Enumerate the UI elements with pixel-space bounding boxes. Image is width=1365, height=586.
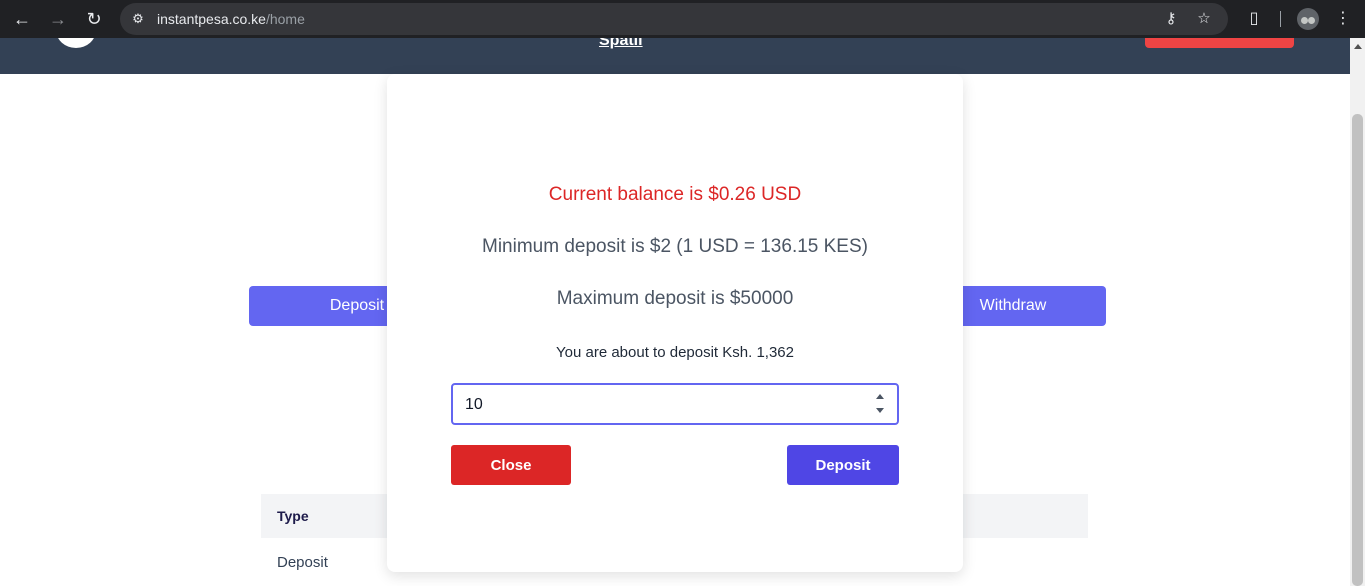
url-text[interactable]: instantpesa.co.ke/home — [157, 11, 305, 27]
header-action-button[interactable] — [1145, 38, 1294, 48]
current-balance-text: Current balance is $0.26 USD — [548, 184, 802, 205]
table-cell-type: Deposit — [277, 554, 328, 571]
amount-value: 10 — [465, 396, 483, 413]
address-bar[interactable]: ⚙ instantpesa.co.ke/home ⚷ ☆ — [120, 3, 1228, 35]
site-header: Spatil — [0, 38, 1350, 74]
page-scrollbar[interactable] — [1350, 38, 1365, 586]
amount-stepper[interactable] — [875, 390, 885, 418]
url-path: /home — [265, 11, 305, 27]
maximum-deposit-text: Maximum deposit is $50000 — [556, 288, 794, 309]
amount-input[interactable]: 10 — [451, 383, 899, 425]
reload-icon[interactable]: ↻ — [82, 7, 106, 31]
page-content: Spatil Deposit Withdraw Type Deposit Cur… — [0, 38, 1350, 586]
profile-avatar[interactable] — [1297, 8, 1319, 30]
close-button[interactable]: Close — [451, 445, 571, 485]
puzzle-icon[interactable]: ▯ — [1242, 7, 1266, 31]
site-logo[interactable] — [56, 38, 96, 48]
deposit-summary-text: You are about to deposit Ksh. 1,362 — [556, 344, 794, 361]
back-icon[interactable]: ← — [10, 7, 34, 31]
stepper-up-icon[interactable] — [876, 394, 884, 399]
url-host: instantpesa.co.ke — [157, 11, 266, 27]
deposit-button[interactable]: Deposit — [787, 445, 899, 485]
header-nav-link[interactable]: Spatil — [599, 38, 643, 50]
scroll-thumb[interactable] — [1352, 114, 1363, 586]
forward-icon[interactable]: → — [46, 7, 70, 31]
deposit-modal: Current balance is $0.26 USD Minimum dep… — [387, 74, 963, 572]
browser-toolbar: ← → ↻ ⚙ instantpesa.co.ke/home ⚷ ☆ ▯ ⋮ — [0, 0, 1365, 38]
more-vert-icon[interactable]: ⋮ — [1331, 7, 1355, 31]
column-header-type: Type — [277, 508, 309, 524]
scroll-up-icon[interactable] — [1354, 44, 1362, 49]
stepper-down-icon[interactable] — [876, 408, 884, 413]
star-icon[interactable]: ☆ — [1194, 9, 1214, 29]
key-icon[interactable]: ⚷ — [1161, 9, 1181, 29]
toolbar-divider — [1280, 11, 1281, 27]
minimum-deposit-text: Minimum deposit is $2 (1 USD = 136.15 KE… — [482, 236, 868, 257]
site-info-icon[interactable]: ⚙ — [128, 9, 148, 29]
